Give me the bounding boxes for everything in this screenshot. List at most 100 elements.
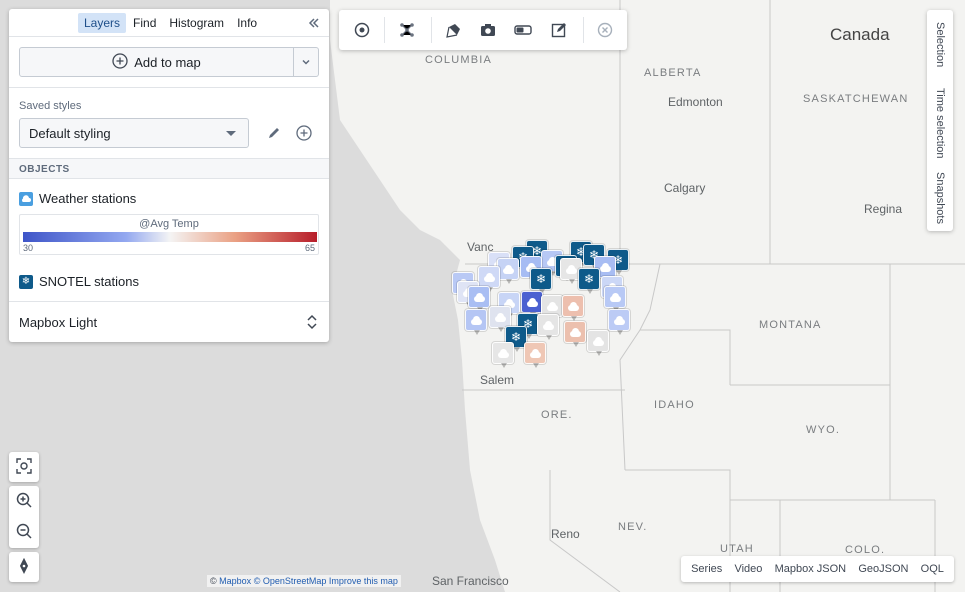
export-oql-button[interactable]: OQL: [921, 563, 944, 575]
weather-marker[interactable]: [537, 314, 559, 340]
add-style-icon[interactable]: [293, 122, 315, 144]
map-label-montana: MONTANA: [759, 319, 822, 331]
weather-marker[interactable]: [587, 330, 609, 356]
tab-info[interactable]: Info: [231, 13, 263, 33]
fit-bounds-icon: [16, 457, 32, 477]
saved-style-select[interactable]: Default styling: [19, 118, 249, 148]
map-city-salem: Salem: [480, 373, 515, 387]
add-to-map-button[interactable]: Add to map: [20, 48, 294, 76]
tab-time-selection[interactable]: Time selection: [927, 80, 953, 166]
layer-label: Weather stations: [39, 191, 137, 206]
weather-marker[interactable]: [521, 291, 543, 317]
map-label-saskatchewan: SASKATCHEWAN: [803, 93, 909, 105]
attribution-osm-link[interactable]: © OpenStreetMap: [254, 576, 327, 586]
map-city-san-francisco: San Francisco: [432, 574, 509, 588]
map-city-regina: Regina: [864, 202, 903, 216]
map-label-utah: UTAH: [720, 543, 754, 555]
export-geojson-button[interactable]: GeoJSON: [858, 563, 908, 575]
zoom-out-icon: [16, 523, 32, 542]
tab-snapshots[interactable]: Snapshots: [927, 168, 953, 228]
divider: [583, 17, 584, 43]
snotel-marker[interactable]: ❄: [530, 268, 552, 294]
weather-marker[interactable]: [608, 309, 630, 335]
layer-label: SNOTEL stations: [39, 274, 139, 289]
toggle-icon[interactable]: [513, 20, 533, 40]
compass-button[interactable]: [9, 552, 39, 582]
divider: [9, 87, 329, 88]
zoom-in-button[interactable]: [9, 486, 39, 517]
attribution-mapbox-link[interactable]: Mapbox: [219, 576, 251, 586]
export-bar: Series Video Mapbox JSON GeoJSON OQL: [681, 556, 954, 582]
clear-icon[interactable]: [595, 20, 615, 40]
right-side-tabs: Selection Time selection Snapshots: [927, 10, 953, 231]
map-label-ore: ORE.: [541, 409, 573, 421]
divider: [384, 17, 385, 43]
legend-max: 65: [304, 243, 315, 253]
edit-style-icon[interactable]: [263, 122, 285, 144]
panel-tabs: Layers Find Histogram Info: [9, 9, 329, 37]
divider: [9, 301, 329, 302]
map-toolbar: [339, 10, 627, 50]
zoom-controls: [9, 486, 39, 548]
tab-selection[interactable]: Selection: [927, 14, 953, 76]
weather-marker[interactable]: [524, 342, 546, 368]
basemap-selector-icon[interactable]: [305, 312, 319, 332]
map-label-alberta: ALBERTA: [644, 67, 702, 79]
color-legend: @Avg Temp 30 65: [19, 214, 319, 255]
cloud-icon: [19, 191, 33, 206]
pen-icon[interactable]: [444, 20, 464, 40]
collapse-panel-icon[interactable]: [305, 14, 323, 32]
map-label-nev: NEV.: [618, 521, 648, 533]
attribution-prefix: ©: [210, 576, 217, 586]
snowflake-icon: ❄: [19, 274, 33, 289]
map-city-edmonton: Edmonton: [668, 95, 723, 109]
attribution-improve-link[interactable]: Improve this map: [329, 576, 398, 586]
camera-icon[interactable]: [478, 20, 498, 40]
objects-header: OBJECTS: [9, 158, 329, 179]
map-label-columbia: COLUMBIA: [425, 54, 493, 66]
layers-panel: Layers Find Histogram Info Add to map Sa…: [9, 9, 329, 342]
tab-histogram[interactable]: Histogram: [163, 13, 230, 33]
layer-snotel-stations[interactable]: ❄ SNOTEL stations: [19, 274, 139, 289]
weather-marker[interactable]: [562, 295, 584, 321]
add-to-map-label: Add to map: [134, 54, 201, 70]
legend-property: @Avg Temp: [139, 218, 199, 230]
tab-find[interactable]: Find: [127, 13, 162, 33]
zoom-out-button[interactable]: [9, 517, 39, 548]
weather-marker[interactable]: [465, 309, 487, 335]
weather-marker[interactable]: [564, 321, 586, 347]
legend-gradient: [23, 232, 317, 242]
map-city-reno: Reno: [551, 527, 580, 541]
map-label-wyo: WYO.: [806, 424, 841, 436]
zoom-in-icon: [16, 492, 32, 511]
target-icon[interactable]: [352, 20, 372, 40]
edit-icon[interactable]: [549, 20, 569, 40]
export-video-button[interactable]: Video: [734, 563, 762, 575]
weather-marker[interactable]: [492, 342, 514, 368]
map-attribution: © Mapbox © OpenStreetMap Improve this ma…: [207, 575, 401, 587]
map-city-calgary: Calgary: [664, 181, 706, 195]
graph-icon[interactable]: [397, 20, 417, 40]
snotel-marker[interactable]: ❄: [578, 268, 600, 294]
layer-weather-stations[interactable]: Weather stations: [19, 191, 136, 206]
chevron-down-icon: [226, 131, 236, 136]
weather-marker[interactable]: [468, 286, 490, 312]
add-to-map-group: Add to map: [19, 47, 319, 77]
add-circle-icon: [112, 52, 128, 72]
basemap-label[interactable]: Mapbox Light: [19, 315, 97, 330]
saved-style-value: Default styling: [29, 125, 111, 141]
divider: [431, 17, 432, 43]
add-to-map-dropdown-icon[interactable]: [294, 48, 318, 76]
map-label-colo: COLO.: [845, 544, 886, 556]
export-mapbox-json-button[interactable]: Mapbox JSON: [775, 563, 847, 575]
fit-bounds-button[interactable]: [9, 452, 39, 482]
weather-marker[interactable]: [497, 258, 519, 284]
compass-icon: [18, 557, 30, 578]
map-label-canada: Canada: [830, 25, 890, 44]
tab-layers[interactable]: Layers: [78, 12, 127, 33]
weather-marker[interactable]: [478, 266, 500, 292]
weather-marker[interactable]: [489, 306, 511, 332]
export-series-button[interactable]: Series: [691, 563, 722, 575]
weather-marker[interactable]: [604, 286, 626, 312]
map-label-idaho: IDAHO: [654, 399, 695, 411]
